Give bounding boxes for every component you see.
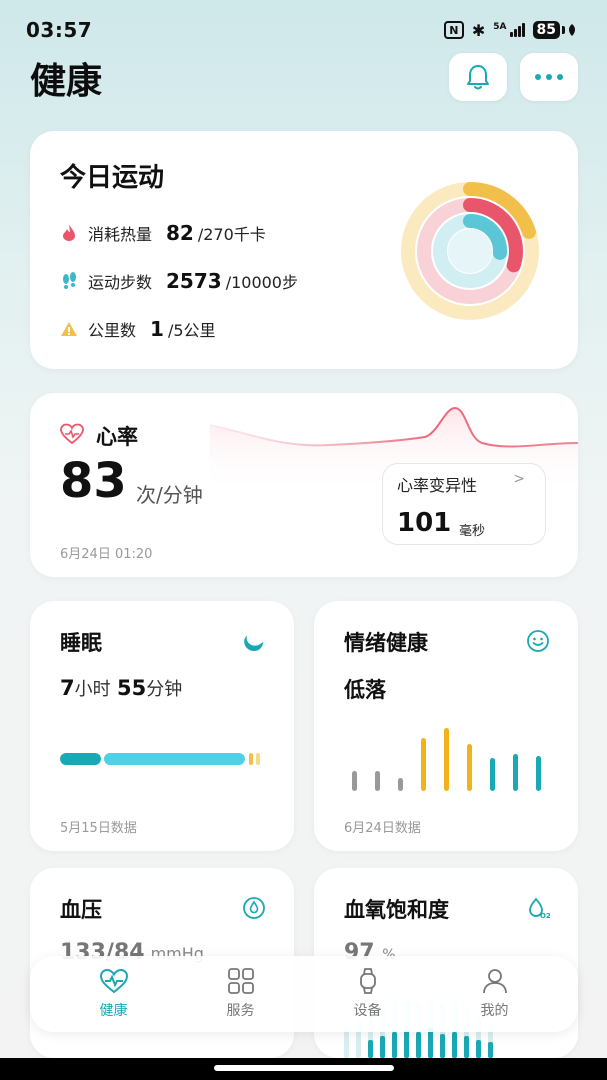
- sleep-card[interactable]: 睡眠 7小时 55分钟 5月15日数据: [30, 601, 294, 851]
- leaf-icon: [569, 24, 575, 36]
- sleep-duration: 7小时 55分钟: [60, 675, 182, 701]
- distance-label: 公里数: [88, 321, 137, 340]
- sleep-date: 5月15日数据: [60, 821, 137, 836]
- home-indicator[interactable]: [214, 1065, 394, 1071]
- hrv-button[interactable]: 心率变异性 > 101 毫秒: [382, 463, 546, 545]
- distance-goal: /5公里: [167, 321, 216, 340]
- nav-services-label: 服务: [226, 1003, 255, 1019]
- sleep-minutes-unit: 分钟: [146, 679, 183, 700]
- steps-value: 2573: [166, 269, 222, 293]
- bp-title: 血压: [60, 898, 102, 922]
- svg-text:O2: O2: [540, 912, 550, 920]
- nav-health[interactable]: 健康: [64, 968, 164, 1020]
- calories-value: 82: [166, 221, 194, 245]
- nav-profile-label: 我的: [480, 1003, 509, 1019]
- grid-icon: [227, 968, 254, 994]
- bottom-nav: 健康 服务 设备 我的: [30, 956, 578, 1032]
- distance-value: 1: [150, 317, 164, 341]
- bell-icon: [467, 65, 489, 90]
- smile-icon: [527, 630, 549, 652]
- signal-icon: 5A: [493, 22, 525, 37]
- nav-devices-label: 设备: [353, 1003, 382, 1019]
- battery-level: 85: [532, 21, 560, 39]
- moon-icon: [244, 635, 264, 651]
- heart-pulse-icon: [99, 968, 128, 994]
- activity-card[interactable]: 今日运动 消耗热量 82 /270千卡 运动步数 2573 /10000步 公里…: [30, 131, 578, 369]
- heart-rate-card[interactable]: 心率 83 次/分钟 6月24日 01:20 心率变异性 > 101 毫秒: [30, 393, 578, 577]
- activity-title: 今日运动: [60, 163, 165, 193]
- mood-chart: [352, 728, 541, 791]
- notification-button[interactable]: [449, 53, 507, 101]
- nav-profile[interactable]: 我的: [445, 968, 545, 1020]
- ring-center: [448, 229, 492, 273]
- steps-row: 运动步数 2573 /10000步: [60, 269, 298, 293]
- sleep-title: 睡眠: [60, 631, 102, 655]
- watch-icon: [359, 968, 376, 994]
- hrv-value: 101: [397, 508, 452, 538]
- oxygen-drop-icon: O2: [529, 897, 550, 920]
- heart-icon: [60, 423, 84, 445]
- more-button[interactable]: [520, 53, 578, 101]
- status-icons: N ✱ 5A 85: [443, 19, 577, 41]
- calories-label: 消耗热量: [88, 225, 153, 244]
- distance-row: 公里数 1 /5公里: [60, 317, 216, 341]
- mood-title: 情绪健康: [344, 631, 428, 655]
- mood-date: 6月24日数据: [344, 821, 421, 836]
- mood-card[interactable]: 情绪健康 低落 6月24日数据: [314, 601, 578, 851]
- spo2-title: 血氧饱和度: [344, 898, 449, 922]
- nav-health-label: 健康: [99, 1003, 128, 1019]
- chevron-right-icon: >: [513, 471, 525, 487]
- heart-rate-title: 心率: [96, 425, 138, 449]
- sleep-minutes: 55: [116, 676, 147, 700]
- network-type: 5A: [493, 22, 507, 32]
- footprint-icon: [63, 272, 76, 289]
- blood-drop-icon: [243, 897, 265, 919]
- status-time: 03:57: [26, 18, 93, 42]
- hrv-unit: 毫秒: [459, 524, 486, 539]
- heart-rate-unit: 次/分钟: [136, 483, 203, 507]
- nfc-icon: N: [443, 21, 464, 39]
- activity-rings: [401, 182, 539, 320]
- user-icon: [482, 969, 507, 994]
- battery-icon: 85: [532, 21, 577, 39]
- heart-rate-value: 83: [60, 453, 127, 509]
- hrv-title: 心率变异性: [397, 476, 478, 495]
- sleep-stage-bar: [60, 753, 260, 765]
- more-icon: [535, 74, 563, 80]
- sleep-hours: 7: [60, 676, 75, 700]
- nav-devices[interactable]: 设备: [318, 968, 418, 1020]
- bluetooth-icon: ✱: [471, 20, 486, 40]
- sleep-hours-unit: 小时: [74, 679, 111, 700]
- distance-icon: [61, 322, 77, 336]
- flame-icon: [63, 225, 75, 241]
- page-title: 健康: [30, 61, 103, 102]
- heart-rate-date: 6月24日 01:20: [60, 547, 153, 562]
- steps-label: 运动步数: [88, 273, 153, 292]
- steps-goal: /10000步: [225, 273, 298, 292]
- nav-services[interactable]: 服务: [191, 968, 291, 1020]
- calories-goal: /270千卡: [197, 225, 266, 244]
- mood-value: 低落: [344, 678, 386, 702]
- calories-row: 消耗热量 82 /270千卡: [60, 221, 266, 245]
